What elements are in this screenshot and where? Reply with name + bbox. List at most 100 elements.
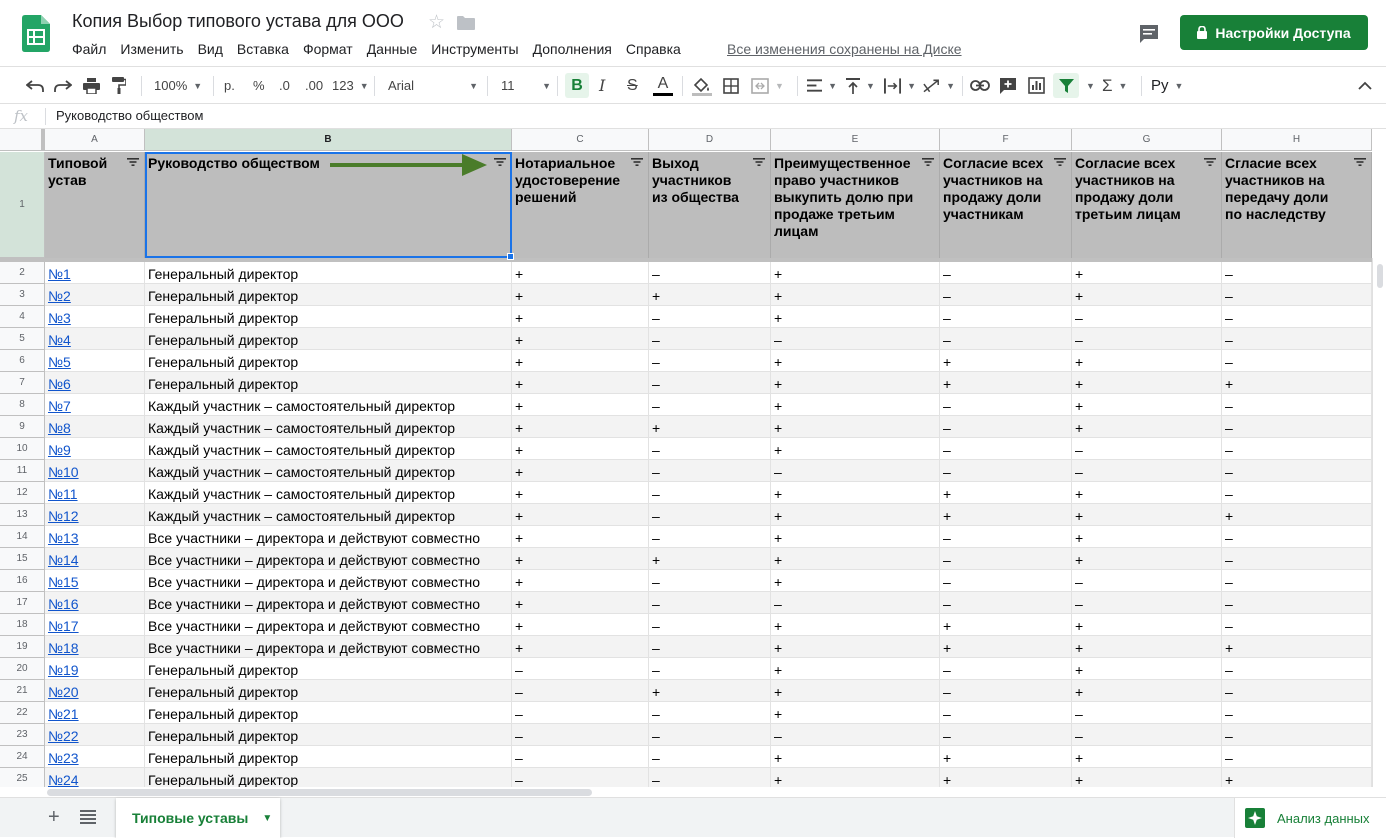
vertical-align-icon[interactable]: ▼	[846, 67, 876, 104]
table-cell[interactable]: +	[771, 746, 940, 768]
insert-link-icon[interactable]	[970, 67, 992, 104]
charter-link[interactable]: №15	[48, 574, 79, 590]
horizontal-scroll-thumb[interactable]	[47, 789, 592, 796]
charter-link[interactable]: №23	[48, 750, 79, 766]
charter-link[interactable]: №22	[48, 728, 79, 744]
charter-link[interactable]: №4	[48, 332, 71, 348]
currency-format-button[interactable]: р.	[224, 67, 240, 104]
charter-link[interactable]: №9	[48, 442, 71, 458]
table-cell-charter-link[interactable]: №15	[45, 570, 145, 592]
table-cell[interactable]: +	[1072, 680, 1222, 702]
table-cell[interactable]: –	[649, 306, 771, 328]
table-cell[interactable]: –	[649, 658, 771, 680]
font-size-select[interactable]: 11 ▼	[501, 67, 551, 104]
text-rotation-icon[interactable]: ▼	[923, 67, 955, 104]
table-cell[interactable]: –	[649, 614, 771, 636]
charter-link[interactable]: №24	[48, 772, 79, 787]
table-cell[interactable]: –	[1222, 702, 1372, 724]
charter-link[interactable]: №11	[48, 486, 78, 502]
table-cell[interactable]: +	[771, 702, 940, 724]
folder-icon[interactable]	[457, 16, 475, 30]
table-cell[interactable]: Каждый участник – самостоятельный директ…	[145, 394, 512, 416]
charter-link[interactable]: №17	[48, 618, 79, 634]
table-cell[interactable]: +	[771, 394, 940, 416]
table-cell[interactable]: –	[649, 460, 771, 482]
table-cell[interactable]: Все участники – директора и действуют со…	[145, 526, 512, 548]
table-cell[interactable]: +	[771, 658, 940, 680]
table-cell[interactable]: –	[1072, 724, 1222, 746]
table-cell[interactable]: Все участники – директора и действуют со…	[145, 548, 512, 570]
table-cell[interactable]: +	[1072, 768, 1222, 787]
column-filter-icon[interactable]	[1204, 158, 1216, 166]
table-cell[interactable]: –	[940, 262, 1072, 284]
row-header[interactable]: 20	[0, 658, 45, 680]
menu-help[interactable]: Справка	[626, 41, 681, 57]
table-cell[interactable]: –	[940, 284, 1072, 306]
row-header[interactable]: 16	[0, 570, 45, 592]
charter-link[interactable]: №16	[48, 596, 79, 612]
header-cell[interactable]: Согласие всех участников на продажу доли…	[940, 152, 1072, 258]
column-header-e[interactable]: E	[771, 129, 940, 151]
table-cell-charter-link[interactable]: №14	[45, 548, 145, 570]
row-header[interactable]: 19	[0, 636, 45, 658]
header-cell[interactable]: Выход участников из общества	[649, 152, 771, 258]
table-cell[interactable]: Каждый участник – самостоятельный директ…	[145, 438, 512, 460]
table-cell[interactable]: –	[649, 746, 771, 768]
collapse-menus-icon[interactable]	[1358, 67, 1374, 104]
increase-decimal-button[interactable]: .00	[305, 67, 325, 104]
table-cell[interactable]: –	[1222, 592, 1372, 614]
table-cell[interactable]: +	[649, 548, 771, 570]
row-header[interactable]: 14	[0, 526, 45, 548]
share-button[interactable]: Настройки Доступа	[1180, 15, 1368, 50]
table-cell[interactable]: +	[940, 372, 1072, 394]
table-cell-charter-link[interactable]: №18	[45, 636, 145, 658]
row-header[interactable]: 22	[0, 702, 45, 724]
table-cell[interactable]: –	[940, 328, 1072, 350]
bold-button[interactable]: B	[565, 73, 589, 98]
table-cell[interactable]: –	[1222, 724, 1372, 746]
table-cell[interactable]: +	[1072, 284, 1222, 306]
table-cell[interactable]: –	[1222, 306, 1372, 328]
table-cell[interactable]: +	[512, 262, 649, 284]
row-header[interactable]: 8	[0, 394, 45, 416]
column-filter-icon[interactable]	[1354, 158, 1366, 166]
table-cell[interactable]: –	[940, 460, 1072, 482]
charter-link[interactable]: №13	[48, 530, 79, 546]
table-cell[interactable]: –	[940, 570, 1072, 592]
table-cell[interactable]: +	[771, 372, 940, 394]
table-cell[interactable]: +	[771, 768, 940, 787]
row-header[interactable]: 2	[0, 262, 45, 284]
row-header[interactable]: 11	[0, 460, 45, 482]
table-cell[interactable]: +	[771, 636, 940, 658]
table-cell[interactable]: –	[1222, 328, 1372, 350]
table-cell[interactable]: +	[1072, 372, 1222, 394]
table-cell[interactable]: –	[649, 262, 771, 284]
table-cell[interactable]: –	[512, 658, 649, 680]
row-header[interactable]: 5	[0, 328, 45, 350]
menu-addons[interactable]: Дополнения	[533, 41, 612, 57]
filter-views-dropdown[interactable]: ▼	[1080, 67, 1095, 104]
table-cell[interactable]: Генеральный директор	[145, 328, 512, 350]
table-cell[interactable]: Генеральный директор	[145, 768, 512, 787]
table-cell[interactable]: –	[771, 328, 940, 350]
table-cell[interactable]: –	[1222, 394, 1372, 416]
table-cell[interactable]: +	[1072, 416, 1222, 438]
vertical-scrollbar[interactable]	[1372, 258, 1386, 787]
table-cell-charter-link[interactable]: №20	[45, 680, 145, 702]
table-cell[interactable]: +	[649, 416, 771, 438]
table-cell[interactable]: +	[512, 284, 649, 306]
table-cell[interactable]: –	[649, 724, 771, 746]
table-cell[interactable]: –	[940, 438, 1072, 460]
table-cell[interactable]: –	[512, 702, 649, 724]
strikethrough-button[interactable]: S	[627, 67, 641, 104]
column-filter-icon[interactable]	[753, 158, 765, 166]
table-cell[interactable]: +	[649, 680, 771, 702]
column-filter-icon[interactable]	[127, 158, 139, 166]
table-cell[interactable]: +	[1072, 746, 1222, 768]
table-cell-charter-link[interactable]: №7	[45, 394, 145, 416]
table-cell[interactable]: –	[512, 746, 649, 768]
borders-icon[interactable]	[723, 67, 741, 104]
table-cell[interactable]: +	[1072, 614, 1222, 636]
chevron-down-icon[interactable]: ▼	[262, 813, 272, 824]
table-cell[interactable]: –	[1072, 460, 1222, 482]
